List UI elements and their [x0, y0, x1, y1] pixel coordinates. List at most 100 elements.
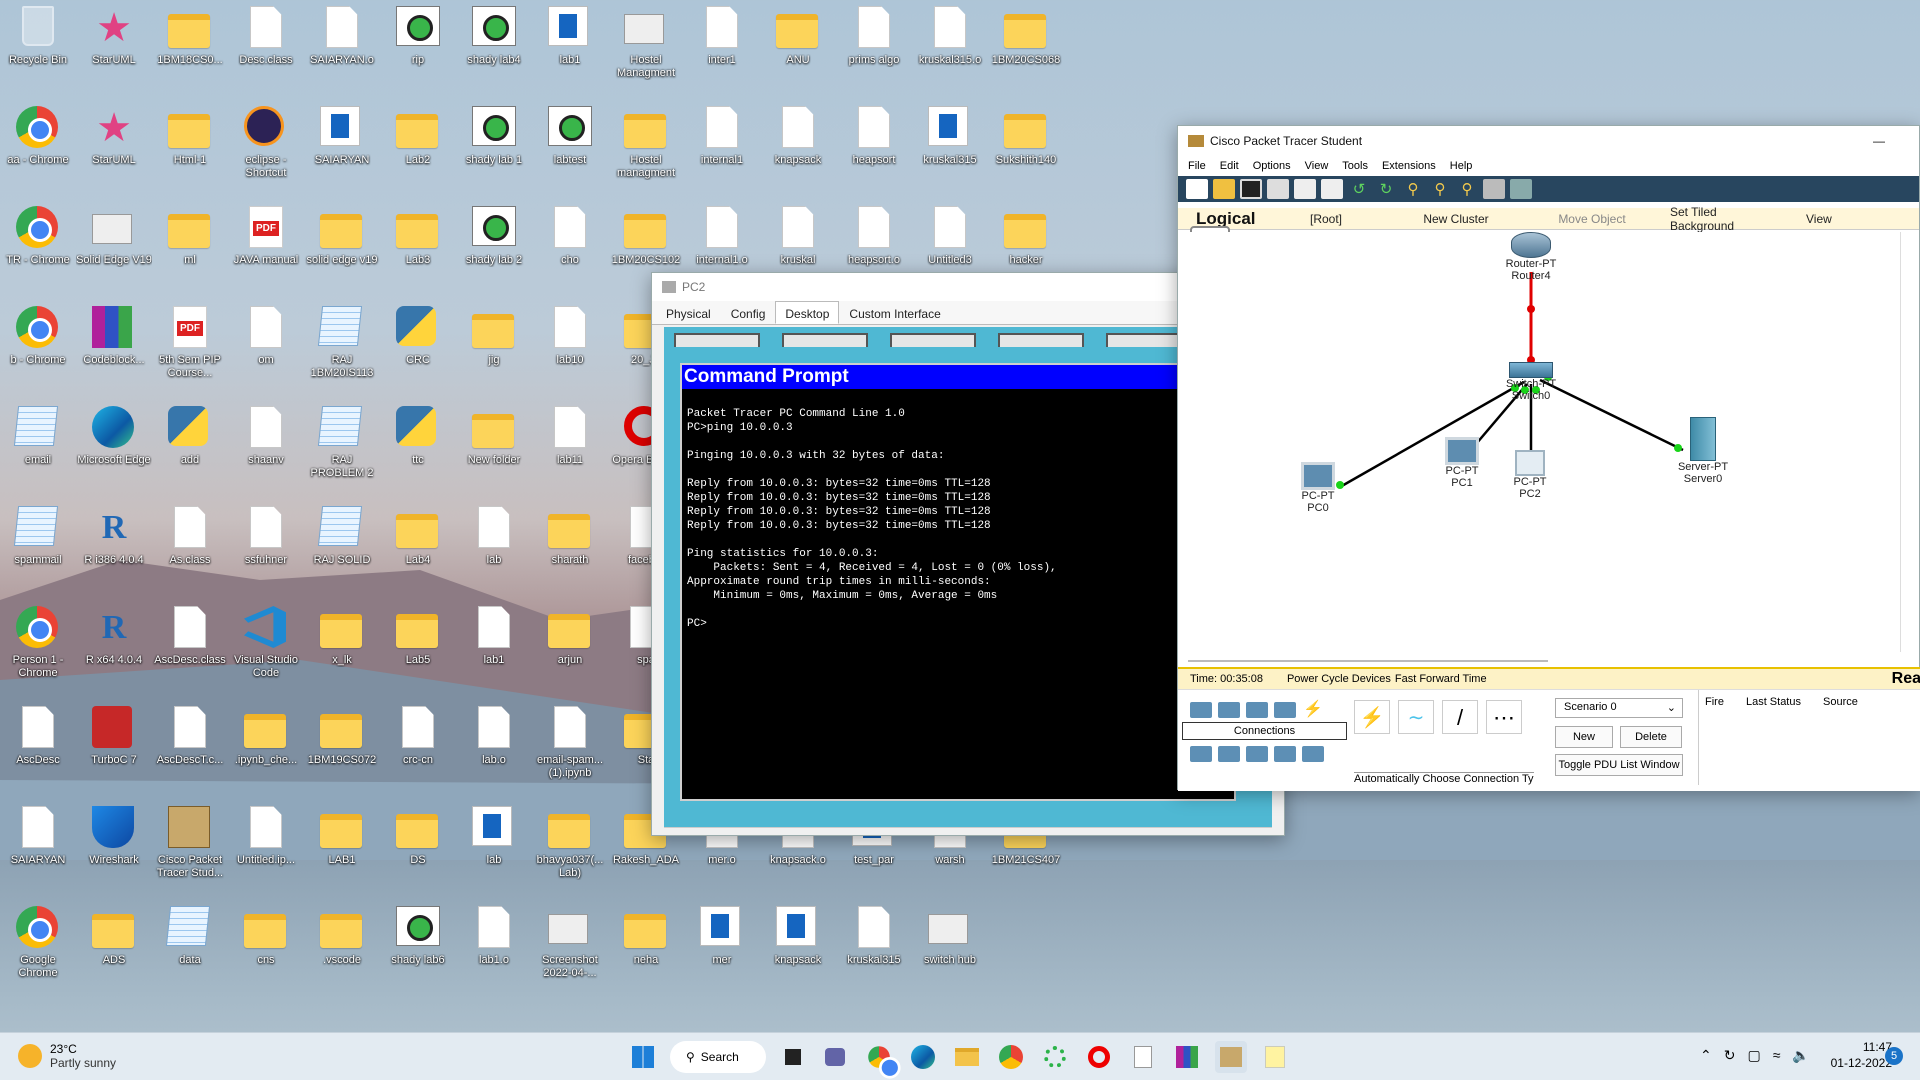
network-devices-icon[interactable] [1190, 702, 1212, 718]
desktop-icon-folder[interactable]: x_lk [304, 602, 380, 698]
tab-custom-interface[interactable]: Custom Interface [839, 301, 950, 324]
desktop-icon-shady[interactable]: shady lab 1 [456, 102, 532, 198]
desktop-icon-folder[interactable]: 1BM18CS0... [152, 2, 228, 98]
tab-desktop[interactable]: Desktop [775, 301, 840, 324]
desktop-icon-folder[interactable]: Lab4 [380, 502, 456, 598]
new-file-icon[interactable] [1186, 179, 1208, 199]
sticky-notes-icon[interactable] [1259, 1041, 1291, 1073]
delete-scenario-button[interactable]: Delete [1620, 726, 1682, 748]
desktop-icon-folder[interactable]: .vscode [304, 902, 380, 998]
desktop-icon-folder[interactable]: neha [608, 902, 684, 998]
desktop-icon-chrome[interactable]: Google Chrome [0, 902, 76, 998]
minimize-button[interactable]: — [1873, 134, 1885, 148]
desktop-icon-folder[interactable]: ml [152, 202, 228, 298]
desktop-icon-folder[interactable]: arjun [532, 602, 608, 698]
straight-cable-icon[interactable]: / [1442, 700, 1478, 734]
set-tiled-background-button[interactable]: Set Tiled Background [1658, 205, 1794, 233]
auto-connection-icon[interactable]: ⚡ [1354, 700, 1390, 734]
chrome-profile-taskbar-icon[interactable] [995, 1041, 1027, 1073]
pc2-app-tile[interactable] [998, 333, 1084, 347]
crossover-cable-icon[interactable]: ⋯ [1486, 700, 1522, 734]
task-view-icon[interactable] [777, 1041, 809, 1073]
multiuser-icon[interactable] [1302, 746, 1324, 762]
power-cycle-button[interactable]: Power Cycle Devices [1287, 673, 1391, 685]
wifi-icon[interactable]: ≈ [1773, 1047, 1781, 1064]
desktop-icon-turbo[interactable]: TurboC 7 [76, 702, 152, 798]
sync-icon[interactable]: ↻ [1724, 1047, 1736, 1064]
desktop-icon-chrome[interactable]: Person 1 - Chrome [0, 602, 76, 698]
desktop-icon-notepad[interactable]: RAJ PROBLEM 2 [304, 402, 380, 498]
new-scenario-button[interactable]: New [1555, 726, 1613, 748]
desktop-icon-file[interactable]: lab1 [456, 602, 532, 698]
desktop-icon-file[interactable]: lab10 [532, 302, 608, 398]
desktop-icon-file[interactable]: AscDesc [0, 702, 76, 798]
menu-edit[interactable]: Edit [1214, 158, 1245, 174]
menu-options[interactable]: Options [1247, 158, 1297, 174]
scenario-select[interactable]: Scenario 0 ⌄ [1555, 698, 1683, 718]
desktop-icon-star[interactable]: ★ StarUML [76, 2, 152, 98]
desktop-icon-shady[interactable]: rip [380, 2, 456, 98]
menu-help[interactable]: Help [1444, 158, 1479, 174]
desktop-icon-notepad[interactable]: email [0, 402, 76, 498]
desktop-icon-file[interactable]: kruskal315 [836, 902, 912, 998]
security-icon[interactable] [1218, 746, 1240, 762]
notification-badge[interactable]: 5 [1885, 1047, 1903, 1065]
switches-category-icon[interactable] [1218, 702, 1240, 718]
sync-app-icon[interactable] [1039, 1041, 1071, 1073]
workspace-vertical-scrollbar[interactable] [1900, 232, 1908, 652]
desktop-icon-file[interactable]: cho [532, 202, 608, 298]
desktop-icon-folder[interactable]: Html-1 [152, 102, 228, 198]
winrar-taskbar-icon[interactable] [1171, 1041, 1203, 1073]
pc1-node[interactable]: PC-PT PC1 [1432, 437, 1492, 489]
desktop-icon-edge[interactable]: Microsoft Edge [76, 402, 152, 498]
desktop-icon-bin[interactable]: Recycle Bin [0, 2, 76, 98]
end-devices-icon[interactable] [1190, 746, 1212, 762]
undo-icon[interactable]: ↺ [1348, 179, 1370, 199]
desktop-icon-file[interactable]: ssfuhner [228, 502, 304, 598]
desktop-icon-blue[interactable]: knapsack [760, 902, 836, 998]
pc2-horizontal-scrollbar[interactable] [664, 827, 1272, 834]
pt-titlebar[interactable]: Cisco Packet Tracer Student — [1178, 126, 1919, 156]
desktop-icon-chrome[interactable]: b - Chrome [0, 302, 76, 398]
workspace-horizontal-scrollbar[interactable] [1188, 660, 1548, 664]
desktop-icon-html[interactable]: Hostel Managment [608, 2, 684, 98]
desktop-icon-file[interactable]: heapsort [836, 102, 912, 198]
move-object-button[interactable]: Move Object [1526, 212, 1658, 226]
desktop-icon-shady[interactable]: shady lab 2 [456, 202, 532, 298]
desktop-icon-blue[interactable]: lab1 [532, 2, 608, 98]
tab-physical[interactable]: Physical [656, 301, 721, 324]
desktop-icon-html[interactable]: switch hub [912, 902, 988, 998]
desktop-icon-notepad[interactable]: RAJ SOLID [304, 502, 380, 598]
desktop-icon-folder[interactable]: Lab2 [380, 102, 456, 198]
desktop-icon-folder[interactable]: DS [380, 802, 456, 898]
desktop-icon-blue[interactable]: lab [456, 802, 532, 898]
toggle-pdu-list-button[interactable]: Toggle PDU List Window [1555, 754, 1683, 776]
zoom-in-icon[interactable]: ⚲ [1402, 179, 1424, 199]
desktop-icon-html[interactable]: Solid Edge V19 [76, 202, 152, 298]
desktop-icon-pdf[interactable]: PDF JAVA manual [228, 202, 304, 298]
desktop-icon-file[interactable]: shaanv [228, 402, 304, 498]
desktop-icon-shady[interactable]: shady lab6 [380, 902, 456, 998]
desktop-icon-chrome[interactable]: TR - Chrome [0, 202, 76, 298]
display-icon[interactable]: ▢ [1747, 1047, 1760, 1064]
hubs-category-icon[interactable] [1246, 702, 1268, 718]
desktop-icon-file[interactable]: crc-cn [380, 702, 456, 798]
menu-file[interactable]: File [1182, 158, 1212, 174]
desktop-icon-py[interactable]: add [152, 402, 228, 498]
server-node[interactable]: Server-PT Server0 [1668, 417, 1738, 485]
desktop-icon-r[interactable]: R R i386 4.0.4 [76, 502, 152, 598]
palette-icon[interactable] [1483, 179, 1505, 199]
chrome-taskbar-icon[interactable] [863, 1041, 901, 1079]
desktop-icon-folder[interactable]: Hostel managment [608, 102, 684, 198]
desktop-icon-notepad[interactable]: RAJ 1BM20IS113 [304, 302, 380, 398]
menu-view[interactable]: View [1299, 158, 1335, 174]
desktop-icon-file[interactable]: Untitled.ip... [228, 802, 304, 898]
search-box[interactable]: ⚲ Search [670, 1041, 766, 1073]
custom-device-icon[interactable] [1510, 179, 1532, 199]
desktop-icon-file[interactable]: AscDescT.c... [152, 702, 228, 798]
opera-taskbar-icon[interactable] [1083, 1041, 1115, 1073]
desktop-icon-r[interactable]: R R x64 4.0.4 [76, 602, 152, 698]
volume-icon[interactable]: 🔈 [1792, 1047, 1809, 1064]
desktop-icon-folder[interactable]: 1BM20CS068 [988, 2, 1064, 98]
desktop-icon-blue[interactable]: mer [684, 902, 760, 998]
